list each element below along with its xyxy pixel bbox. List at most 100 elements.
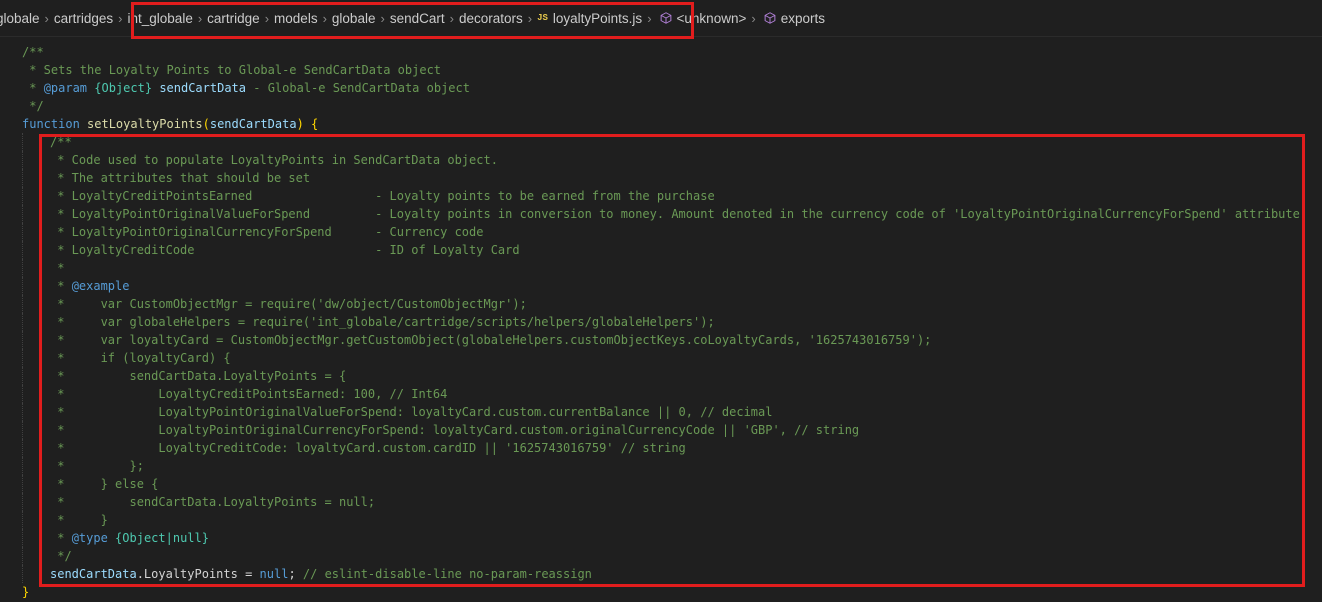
chevron-right-icon: › [44,10,49,26]
cube-icon [660,12,671,24]
code-line: * LoyaltyCreditCode - ID of Loyalty Card [0,241,1322,259]
doc-comment-text: /** [50,135,72,149]
breadcrumb-item-models[interactable]: models [274,11,318,26]
code-line: * [0,259,1322,277]
code-line: * sendCartData.LoyaltyPoints = { [0,367,1322,385]
assign-value: null [259,567,289,581]
doc-comment-text: * }; [50,459,144,473]
doc-comment-text: * if (loyaltyCard) { [50,351,231,365]
param-type: {Object} [94,81,153,95]
chevron-right-icon: › [449,10,454,26]
code-line: * LoyaltyPointOriginalValueForSpend: loy… [0,403,1322,421]
doc-comment-text: * var globaleHelpers = require('int_glob… [50,315,715,329]
code-line: * LoyaltyCreditPointsEarned - Loyalty po… [0,187,1322,205]
code-line: * var globaleHelpers = require('int_glob… [0,313,1322,331]
doc-comment-text: */ [50,549,72,563]
assign-target: sendCartData [50,567,137,581]
code-line: * LoyaltyCreditCode: loyaltyCard.custom.… [0,439,1322,457]
code-editor[interactable]: /** * Sets the Loyalty Points to Global-… [0,43,1322,601]
chevron-right-icon: › [751,10,756,26]
breadcrumb-item-exports[interactable]: exports [781,11,825,26]
breadcrumb-item-cartridge[interactable]: cartridge [207,11,260,26]
chevron-right-icon: › [197,10,203,26]
doc-comment-text: * sendCartData.LoyaltyPoints = { [50,369,347,383]
code-line: * }; [0,457,1322,475]
code-line: * var loyaltyCard = CustomObjectMgr.getC… [0,331,1322,349]
assign-prop: .LoyaltyPoints [136,567,238,581]
type-tag: @type [71,531,108,545]
breadcrumb-item-sendcart[interactable]: sendCart [390,11,445,26]
code-line: * @param {Object} sendCartData - Global-… [0,79,1322,97]
breadcrumb-item-unknown[interactable]: <unknown> [677,11,747,26]
js-file-icon: JS [537,13,548,23]
doc-comment-text: * The attributes that should be set [50,171,311,185]
code-line: sendCartData.LoyaltyPoints = null; // es… [0,565,1322,583]
chevron-right-icon: › [647,10,652,26]
code-line: /** [0,43,1322,61]
breadcrumb-item-decorators[interactable]: decorators [459,11,523,26]
code-line: */ [0,547,1322,565]
semicolon: ; [288,567,296,581]
code-line: * The attributes that should be set [0,169,1322,187]
doc-comment-text: * Code used to populate LoyaltyPoints in… [50,153,498,167]
doc-comment-text: * } else { [50,477,159,491]
code-line: * sendCartData.LoyaltyPoints = null; [0,493,1322,511]
chevron-right-icon: › [118,10,123,26]
open-brace: { [311,117,319,131]
chevron-right-icon: › [264,10,270,26]
doc-comment-text: * LoyaltyPointOriginalCurrencyForSpend: … [50,423,860,437]
doc-comment-text: * sendCartData.LoyaltyPoints = null; [50,495,376,509]
code-line: * LoyaltyPointOriginalCurrencyForSpend -… [0,223,1322,241]
close-brace: } [22,585,30,599]
code-line: * Code used to populate LoyaltyPoints in… [0,151,1322,169]
code-line: * var CustomObjectMgr = require('dw/obje… [0,295,1322,313]
doc-comment-text: * LoyaltyCreditPointsEarned: 100, // Int… [50,387,448,401]
cube-icon [764,12,776,24]
param-description: - Global-e SendCartData object [246,81,470,95]
doc-comment-text: */ [22,99,44,113]
doc-comment-text: * LoyaltyCreditPointsEarned - Loyalty po… [50,189,715,203]
doc-comment-text: * var CustomObjectMgr = require('dw/obje… [50,297,527,311]
doc-comment-text: * var loyaltyCard = CustomObjectMgr.getC… [50,333,932,347]
breadcrumb-item-globale-2[interactable]: globale [332,11,376,26]
breadcrumb-item-int-globale[interactable]: int_globale [128,11,193,26]
breadcrumb-item-cartridges[interactable]: cartridges [54,11,113,26]
code-line: * LoyaltyPointOriginalValueForSpend - Lo… [0,205,1322,223]
code-line: * LoyaltyCreditPointsEarned: 100, // Int… [0,385,1322,403]
code-line: * LoyaltyPointOriginalCurrencyForSpend: … [0,421,1322,439]
code-line: * Sets the Loyalty Points to Global-e Se… [0,61,1322,79]
doc-comment-text: * [22,81,44,95]
code-line: * if (loyaltyCard) { [0,349,1322,367]
doc-comment-text: * LoyaltyCreditCode - ID of Loyalty Card [50,243,520,257]
doc-comment-text: * LoyaltyPointOriginalCurrencyForSpend -… [50,225,484,239]
doc-comment-text: /** [22,45,44,59]
breadcrumb-item-file[interactable]: loyaltyPoints.js [553,11,642,26]
code-line: /** [0,133,1322,151]
code-line: } [0,583,1322,601]
code-line: function setLoyaltyPoints(sendCartData) … [22,117,319,131]
param-tag: @param [43,81,88,95]
doc-comment-text: * LoyaltyPointOriginalValueForSpend: loy… [50,405,773,419]
doc-comment-text: * } [50,513,108,527]
doc-comment-text: * LoyaltyCreditCode: loyaltyCard.custom.… [50,441,686,455]
breadcrumb: globale › cartridges › int_globale › car… [0,0,1322,37]
doc-comment-text: * [50,279,72,293]
code-line: * @example [0,277,1322,295]
param-name: sendCartData [159,81,247,95]
eslint-comment: // eslint-disable-line no-param-reassign [295,567,592,581]
doc-comment-text: * Sets the Loyalty Points to Global-e Se… [22,63,442,77]
doc-comment-text: * [50,261,65,275]
breadcrumb-item-globale[interactable]: globale [0,11,40,26]
function-keyword: function [22,117,80,131]
type-value: {Object|null} [115,531,209,545]
doc-comment-text: * [50,531,72,545]
code-line: * } [0,511,1322,529]
example-tag: @example [71,279,130,293]
assign-op: = [237,567,260,581]
code-line: * @type {Object|null} [0,529,1322,547]
chevron-right-icon: › [380,10,385,26]
inner-doc-comment: /** * Code used to populate LoyaltyPoint… [0,133,1322,565]
doc-comment-text: * LoyaltyPointOriginalValueForSpend - Lo… [50,207,1300,221]
code-line: */ [0,97,1322,115]
function-param: sendCartData [209,117,297,131]
